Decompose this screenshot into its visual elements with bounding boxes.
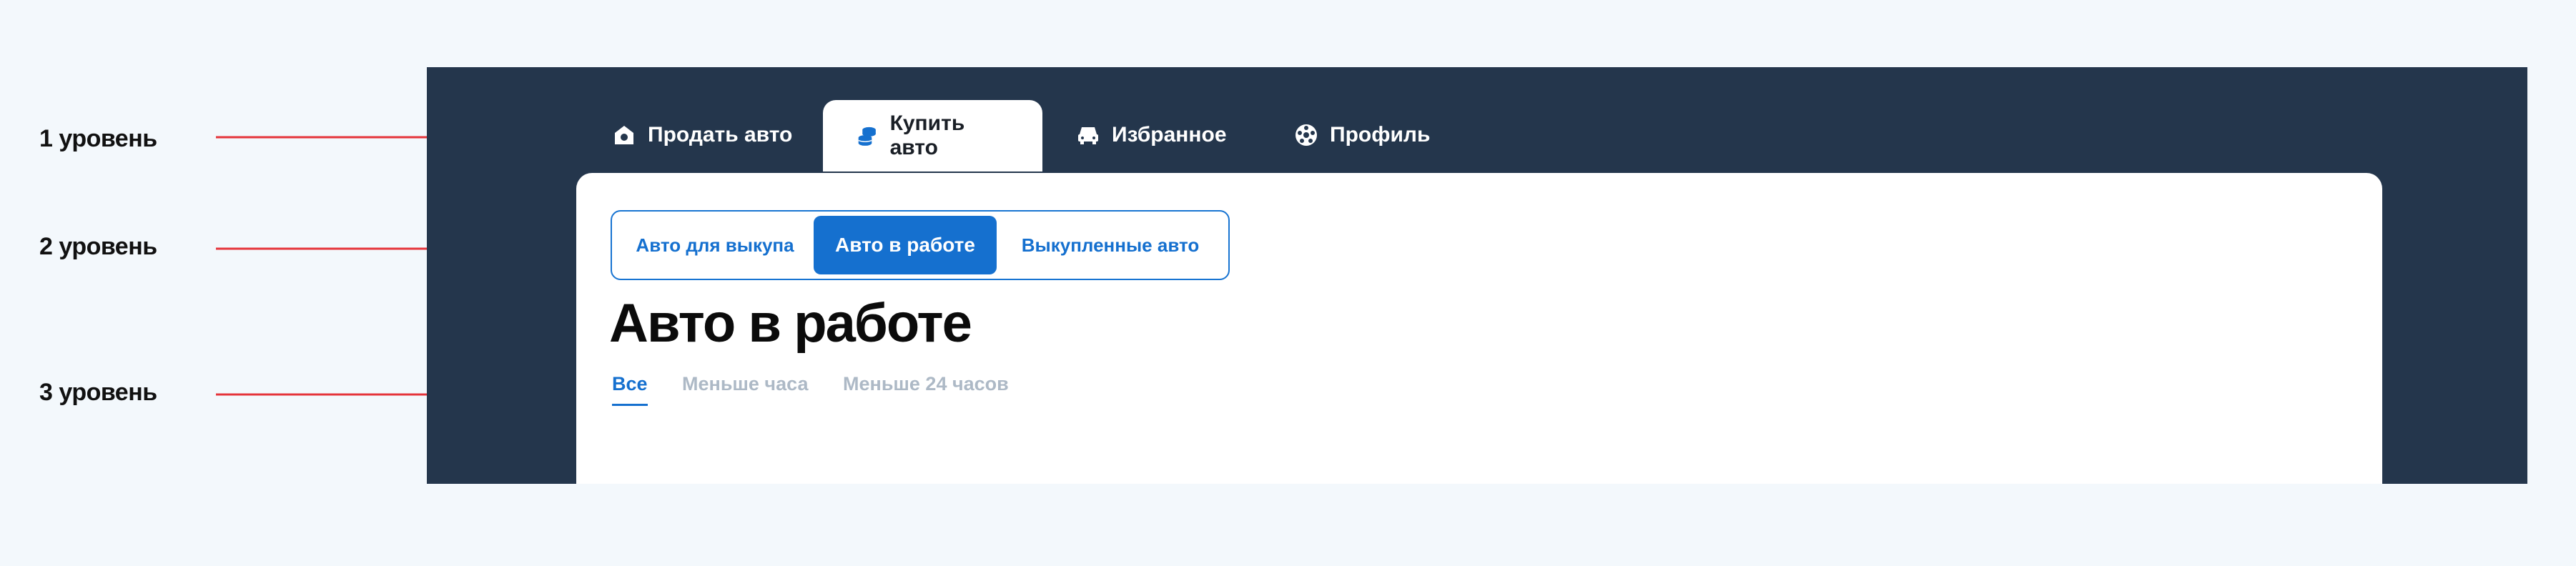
gear-profile-icon — [1296, 124, 1317, 146]
tab-favorites[interactable]: Избранное — [1076, 100, 1227, 170]
page-title: Авто в работе — [609, 293, 972, 354]
tab-profile-label: Профиль — [1330, 123, 1431, 147]
house-camera-icon — [615, 126, 633, 144]
subnav-bought-cars[interactable]: Выкупленные авто — [997, 216, 1224, 274]
tab-buy-car[interactable]: Купить авто — [823, 100, 1042, 172]
tab-profile[interactable]: Профиль — [1294, 100, 1430, 170]
subnav-cars-in-progress[interactable]: Авто в работе — [814, 216, 997, 274]
subnav-segmented-control: Авто для выкупа Авто в работе Выкупленны… — [611, 210, 1230, 280]
tab-sell-car[interactable]: Продать авто — [612, 100, 792, 170]
filter-less-than-24-hours[interactable]: Меньше 24 часов — [843, 373, 1009, 395]
tab-sell-car-label: Продать авто — [648, 123, 793, 147]
tab-favorites-label: Избранное — [1112, 123, 1227, 147]
subnav-cars-for-buyout[interactable]: Авто для выкупа — [616, 216, 814, 274]
car-icon — [1078, 127, 1098, 144]
filter-all[interactable]: Все — [612, 373, 648, 406]
coins-stack-icon — [858, 126, 876, 146]
tab-buy-car-label: Купить авто — [889, 111, 965, 159]
app-frame: Продать авто Купить авто Избранное Профи… — [427, 67, 2527, 484]
level-2-label: 2 уровень — [39, 233, 157, 260]
content-panel: Авто для выкупа Авто в работе Выкупленны… — [576, 173, 2382, 484]
level-1-label: 1 уровень — [39, 125, 157, 152]
filter-less-than-hour[interactable]: Меньше часа — [682, 373, 809, 395]
level-3-label: 3 уровень — [39, 379, 157, 406]
